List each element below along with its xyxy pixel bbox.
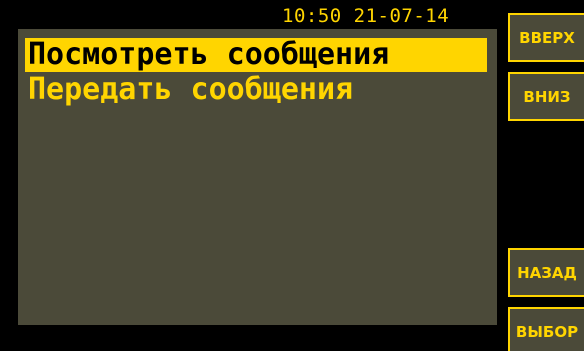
up-button[interactable]: ВВЕРХ <box>508 13 584 62</box>
menu-panel: Посмотреть сообщения Передать сообщения <box>18 29 497 325</box>
device-screen: 10:50 21-07-14 Посмотреть сообщения Пере… <box>0 0 584 351</box>
down-button[interactable]: ВНИЗ <box>508 72 584 121</box>
datetime-display: 10:50 21-07-14 <box>282 5 450 27</box>
back-button[interactable]: НАЗАД <box>508 248 584 297</box>
menu-item-send-messages[interactable]: Передать сообщения <box>25 73 353 107</box>
menu-item-view-messages[interactable]: Посмотреть сообщения <box>25 38 487 72</box>
select-button[interactable]: ВЫБОР <box>508 307 584 351</box>
